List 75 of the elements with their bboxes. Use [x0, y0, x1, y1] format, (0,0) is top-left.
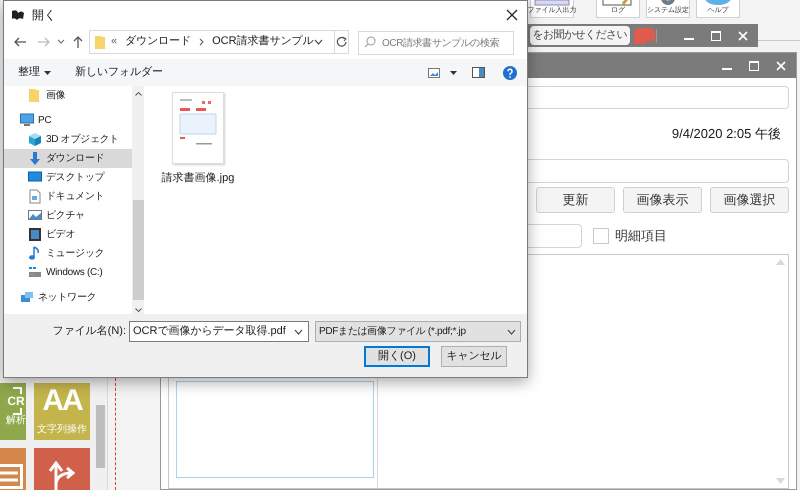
breadcrumb-item[interactable]: OCR請求書サンプル: [212, 33, 314, 50]
datetime-label: 9/4/2020 2:05 午後: [672, 125, 781, 144]
nav-item[interactable]: 画像: [4, 86, 132, 105]
music-note-icon: [28, 246, 42, 261]
nav-item[interactable]: ドキュメント: [4, 187, 132, 206]
palette-tile[interactable]: [34, 448, 90, 490]
scrollbar[interactable]: [132, 86, 144, 314]
action-button[interactable]: 更新: [536, 187, 615, 213]
nav-item[interactable]: ピクチャ: [4, 206, 132, 225]
nav-item[interactable]: デスクトップ: [4, 168, 132, 187]
chevron-right-icon: [199, 38, 204, 46]
search-icon: [364, 36, 376, 48]
tile-glyph: AA: [42, 386, 82, 416]
action-button[interactable]: 画像表示: [623, 187, 702, 213]
nav-item[interactable]: ネットワーク: [4, 288, 132, 307]
file-type-dropdown[interactable]: PDFまたは画像ファイル (*.pdf;*.jp: [315, 321, 521, 342]
checkbox[interactable]: [593, 228, 609, 244]
folder-icon: [95, 34, 105, 48]
up-arrow-icon[interactable]: [72, 34, 84, 48]
cube-icon: [28, 132, 42, 147]
dialog-button[interactable]: 開く(O): [364, 346, 430, 367]
view-icon[interactable]: [428, 68, 440, 78]
tile-glyph: CR: [7, 395, 25, 407]
app-icon: [11, 8, 25, 20]
field-label: ファイル名(N):: [52, 324, 126, 340]
nav-item[interactable]: 3D オブジェクト: [4, 130, 132, 149]
folder-icon: [28, 88, 42, 103]
film-icon: [28, 227, 42, 242]
refresh-icon: [336, 36, 347, 47]
dialog-button[interactable]: キャンセル: [441, 346, 507, 367]
invoice-thumbnail: [172, 92, 224, 164]
help-icon[interactable]: [503, 66, 517, 80]
nav-item[interactable]: ミュージック: [4, 244, 132, 263]
breadcrumb-item[interactable]: ダウンロード: [125, 33, 192, 50]
file-name-field[interactable]: OCRで画像からデータ取得.pdf: [129, 321, 309, 342]
new-folder-button[interactable]: 新しいフォルダー: [75, 64, 163, 81]
breadcrumb-overflow[interactable]: «: [111, 33, 118, 50]
network-icon: [20, 290, 34, 305]
preview-pane-icon[interactable]: [472, 67, 485, 78]
scroll-up-icon[interactable]: [134, 92, 142, 96]
maximize-icon[interactable]: [749, 60, 759, 70]
caret-down-icon: [44, 70, 51, 74]
image-icon: [28, 208, 42, 223]
back-arrow-icon[interactable]: [13, 36, 27, 48]
nav-item[interactable]: Windows (C:): [4, 263, 132, 282]
document-icon: [28, 189, 42, 204]
caret-down-icon[interactable]: [450, 70, 457, 74]
scrollbar-thumb[interactable]: [132, 200, 144, 300]
chevron-down-icon[interactable]: [314, 38, 323, 44]
close-icon[interactable]: [506, 8, 518, 20]
address-bar[interactable]: « ダウンロード OCR請求書サンプル: [89, 30, 349, 54]
branch-arrow-icon: [49, 460, 75, 490]
nav-item[interactable]: ビデオ: [4, 225, 132, 244]
scrollbar-thumb[interactable]: [96, 405, 105, 468]
checkbox-label: 明細項目: [615, 227, 667, 246]
down-arrow-icon: [28, 151, 42, 166]
monitor-icon: [20, 113, 34, 128]
action-button[interactable]: 画像選択: [710, 187, 789, 213]
chevron-down-icon[interactable]: [57, 38, 65, 44]
feedback-label: をお聞かせください: [530, 26, 630, 45]
refresh-button[interactable]: [334, 30, 348, 52]
nav-item[interactable]: ダウンロード: [4, 149, 132, 168]
chevron-down-icon: [507, 328, 516, 334]
nav-item[interactable]: PC: [4, 111, 132, 130]
list-icon: [0, 464, 23, 489]
organize-menu[interactable]: 整理: [18, 64, 51, 81]
tile-label: 文字列操作: [37, 422, 87, 437]
maximize-icon[interactable]: [711, 30, 721, 40]
chevron-down-icon: [294, 328, 303, 334]
dialog-title: 開く: [32, 6, 56, 24]
search-field[interactable]: OCR請求書サンプルの検索: [358, 31, 514, 55]
tile-label: 解析: [6, 414, 26, 428]
scroll-down-icon[interactable]: [134, 308, 142, 312]
drive-icon: [28, 265, 42, 280]
file-name: 請求書画像.jpg: [162, 171, 234, 186]
